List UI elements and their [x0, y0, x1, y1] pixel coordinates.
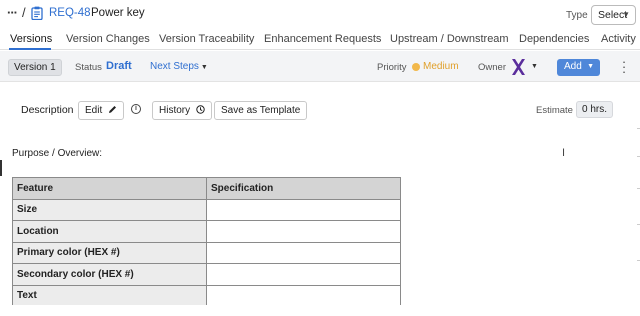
- specification-cell[interactable]: [206, 241, 401, 264]
- specification-cell[interactable]: [206, 198, 401, 221]
- table-header-row: Feature Specification: [12, 177, 401, 200]
- table-row: Location: [12, 220, 401, 243]
- specification-cell[interactable]: [206, 284, 401, 305]
- feature-cell[interactable]: Size: [12, 198, 207, 221]
- feature-cell[interactable]: Location: [12, 220, 207, 243]
- specification-cell[interactable]: [206, 220, 401, 243]
- feature-cell[interactable]: Secondary color (HEX #): [12, 263, 207, 286]
- table-row: Size: [12, 198, 401, 221]
- feature-cell[interactable]: Text: [12, 284, 207, 305]
- content-viewport: Feature Specification Size Location Prim…: [0, 0, 640, 305]
- feature-table: Feature Specification Size Location Prim…: [12, 177, 401, 305]
- table-header-cell: Feature: [12, 177, 207, 200]
- specification-cell[interactable]: [206, 263, 401, 286]
- table-header-cell: Specification: [206, 177, 401, 200]
- feature-cell[interactable]: Primary color (HEX #): [12, 241, 207, 264]
- table-row: Primary color (HEX #): [12, 241, 401, 264]
- table-row: Text: [12, 284, 401, 305]
- table-row: Secondary color (HEX #): [12, 263, 401, 286]
